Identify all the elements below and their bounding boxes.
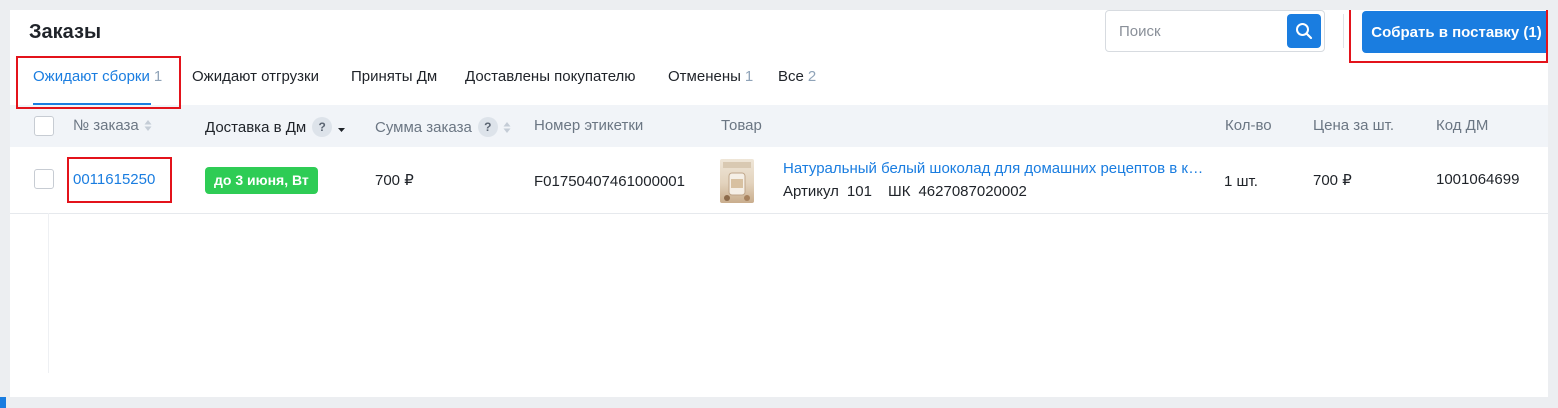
label-number-cell: F01750407461000001 [534,173,685,190]
unit-price-cell: 700 ₽ [1313,172,1352,189]
sort-icon [503,121,511,134]
sort-icon [144,119,152,132]
search-box [1105,10,1325,52]
help-icon[interactable]: ? [312,117,333,137]
order-number-link[interactable]: 0011615250 [73,171,155,188]
tab-awaiting-assembly[interactable]: Ожидают сборки 1 [33,65,162,105]
tab-label: Приняты Дм [351,68,438,85]
quantity-cell: 1 шт. [1224,173,1258,190]
tab-all[interactable]: Все 2 [778,65,816,105]
side-accent-bar [0,397,6,408]
search-icon [1296,23,1313,40]
tab-count: 2 [807,68,817,85]
column-label-number: Номер этикетки [534,117,644,134]
barcode-label: ШК [887,183,911,200]
tab-label: Ожидают сборки [33,68,150,85]
column-product: Товар [721,117,762,134]
column-dm-code: Код ДМ [1436,117,1489,134]
tab-awaiting-shipment[interactable]: Ожидают отгрузки [192,65,319,105]
table-row: 0011615250 до 3 июня, Вт 700 ₽ F01750407… [10,147,1548,214]
select-all-checkbox[interactable] [34,116,54,136]
barcode-value: 4627087020002 [918,183,1027,200]
column-guide-line [48,213,49,373]
column-unit-price: Цена за шт. [1313,117,1395,134]
column-order-number[interactable]: № заказа [73,117,152,134]
column-label: № заказа [73,117,139,134]
tab-label: Все [778,68,804,85]
tab-label: Отменены [668,68,741,85]
tab-accepted-dm[interactable]: Приняты Дм [351,65,437,105]
product-name-link[interactable]: Натуральный белый шоколад для домашних р… [783,160,1207,177]
orders-panel: Заказы Собрать в поставку (1) Ожидают сб… [10,10,1548,397]
tab-label: Доставлены покупателю [465,68,636,85]
toolbar-divider [1343,14,1344,48]
tab-count: 1 [153,68,163,85]
tab-label: Ожидают отгрузки [192,68,319,85]
column-label: Доставка в Дм [205,118,307,136]
tab-delivered[interactable]: Доставлены покупателю [465,65,636,105]
article-label: Артикул [783,183,839,200]
dm-code-cell: 1001064699 [1436,171,1520,188]
column-quantity: Кол-во [1225,117,1272,134]
search-input[interactable] [1106,11,1284,51]
order-sum-cell: 700 ₽ [375,172,414,189]
column-delivery[interactable]: Доставка в Дм ? [205,117,346,137]
column-order-sum[interactable]: Сумма заказа ? [375,117,511,137]
product-image [723,162,751,201]
sort-desc-icon [337,121,346,134]
product-thumbnail[interactable] [720,159,754,203]
collect-to-supply-button[interactable]: Собрать в поставку (1) [1362,11,1548,53]
tab-count: 1 [744,68,754,85]
order-number-cell: 0011615250 [73,171,155,188]
tab-cancelled[interactable]: Отменены 1 [668,65,753,105]
product-meta: Артикул 101 ШК 4627087020002 [783,183,1027,200]
help-icon[interactable]: ? [477,117,498,137]
delivery-date-badge: до 3 июня, Вт [205,167,318,194]
column-label: Сумма заказа [375,118,472,136]
row-checkbox[interactable] [34,169,54,189]
article-value: 101 [846,183,872,200]
table-header: № заказа Доставка в Дм ? Сумма заказа ? … [10,105,1548,147]
page-title: Заказы [29,21,102,43]
search-button[interactable] [1287,14,1321,48]
